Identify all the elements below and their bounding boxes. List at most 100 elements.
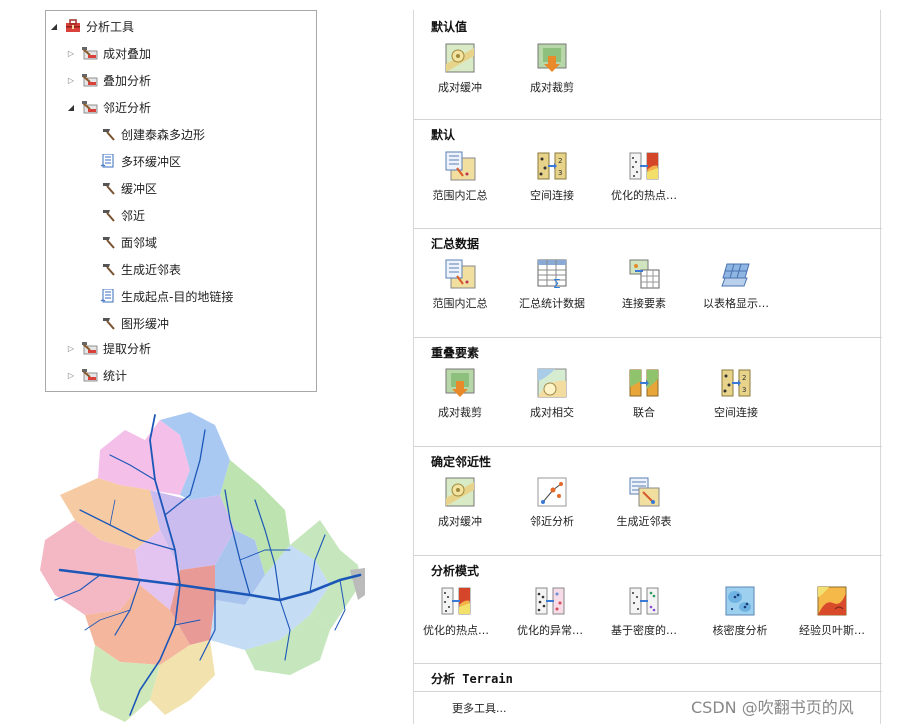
tool-summarize-within[interactable]: 范围内汇总	[414, 258, 506, 318]
tool-density-based-clustering[interactable]: 基于密度的…	[598, 585, 690, 645]
watershed-map	[40, 412, 365, 722]
tool-union[interactable]: 联合	[598, 367, 690, 427]
near-icon	[535, 476, 569, 508]
tool-summary-statistics[interactable]: Σ 汇总统计数据	[506, 258, 598, 318]
tool-pairwise-buffer[interactable]: 成对缓冲	[414, 476, 506, 536]
hammer-icon	[100, 316, 116, 330]
tool-pairwise-intersect[interactable]: 成对相交	[506, 367, 598, 427]
tool-optimized-hot-spot[interactable]: 优化的热点…	[598, 150, 690, 210]
tool-pairwise-clip[interactable]: 成对裁剪	[414, 367, 506, 427]
tree-tool-graphic-buffer[interactable]: 图形缓冲	[100, 313, 169, 333]
hot-spot-icon	[439, 585, 473, 617]
join-features-icon	[627, 258, 661, 290]
tool-spatial-join[interactable]: 23 空间连接	[506, 150, 598, 210]
section-divider	[414, 555, 882, 556]
collapsed-arrow-icon[interactable]: ▷	[66, 48, 76, 58]
tree-group-label: 统计	[103, 368, 128, 383]
hammer-icon	[100, 181, 116, 195]
tree-tool-label: 生成近邻表	[121, 262, 182, 277]
kernel-density-icon	[723, 585, 757, 617]
section-divider	[414, 446, 882, 447]
tree-group-label: 成对叠加	[103, 46, 152, 61]
section-divider	[414, 337, 882, 338]
analysis-gallery: 默认值 成对缓冲 成对裁剪 默认 范围内汇总 23 空间连接 优化的热点… 汇总…	[410, 10, 882, 724]
tool-label: 成对相交	[530, 406, 574, 419]
tool-label: 邻近分析	[530, 515, 574, 528]
tool-label: 空间连接	[714, 406, 758, 419]
tree-tool-polygon-neighbors[interactable]: 面邻域	[100, 232, 157, 252]
collapsed-arrow-icon[interactable]: ▷	[66, 370, 76, 380]
tool-label: 成对缓冲	[438, 81, 482, 94]
density-cluster-icon	[627, 585, 661, 617]
tool-near[interactable]: 邻近分析	[506, 476, 598, 536]
tool-empirical-bayesian-kriging[interactable]: 经验贝叶斯…	[786, 585, 878, 645]
near-table-icon	[627, 476, 661, 508]
section-divider	[414, 691, 882, 692]
toolset-icon	[82, 73, 98, 87]
tool-label: 成对裁剪	[530, 81, 574, 94]
tree-tool-label: 生成起点-目的地链接	[121, 289, 234, 304]
hammer-icon	[100, 208, 116, 222]
collapsed-arrow-icon[interactable]: ▷	[66, 343, 76, 353]
spatial-join-icon: 23	[719, 367, 753, 399]
intersect-icon	[535, 367, 569, 399]
tree-tool-generate-near-table[interactable]: 生成近邻表	[100, 259, 181, 279]
tree-tool-create-thiessen-polygons[interactable]: 创建泰森多边形	[100, 124, 205, 144]
spatial-join-icon: 23	[535, 150, 569, 182]
hammer-icon	[100, 262, 116, 276]
tree-tool-buffer[interactable]: 缓冲区	[100, 178, 157, 198]
tree-group-extract-analysis[interactable]: ▷ 提取分析	[66, 338, 151, 358]
tool-label: 连接要素	[622, 297, 666, 310]
tool-pairwise-buffer[interactable]: 成对缓冲	[414, 42, 506, 102]
tree-group-overlay-analysis[interactable]: ▷ 叠加分析	[66, 70, 151, 90]
tree-tool-near[interactable]: 邻近	[100, 205, 145, 225]
tree-tool-multiple-ring-buffer[interactable]: 多环缓冲区	[100, 151, 181, 171]
tool-kernel-density[interactable]: 核密度分析	[694, 585, 786, 645]
more-tools-link[interactable]: 更多工具...	[452, 700, 507, 716]
tool-spatial-join[interactable]: 23 空间连接	[690, 367, 782, 427]
section-title-defaults: 默认值	[431, 20, 468, 34]
tool-join-features[interactable]: 连接要素	[598, 258, 690, 318]
tree-root-analysis-tools[interactable]: ◢ 分析工具	[49, 16, 134, 36]
buffer-icon	[443, 476, 477, 508]
toolbox-tree: ◢ 分析工具 ▷ 成对叠加 ▷ 叠加分析 ◢ 邻近分析 创建泰森多边形 多环缓冲…	[45, 10, 317, 392]
section-divider	[414, 228, 882, 229]
tool-label: 基于密度的…	[611, 624, 677, 637]
section-divider	[414, 119, 882, 120]
tree-group-proximity-analysis[interactable]: ◢ 邻近分析	[66, 97, 151, 117]
tree-tool-label: 面邻域	[121, 235, 158, 250]
tool-label: 空间连接	[530, 189, 574, 202]
union-icon	[627, 367, 661, 399]
tree-tool-label: 创建泰森多边形	[121, 127, 206, 142]
tool-pairwise-clip[interactable]: 成对裁剪	[506, 42, 598, 102]
expand-arrow-icon[interactable]: ◢	[66, 102, 76, 112]
tree-group-pairwise-overlay[interactable]: ▷ 成对叠加	[66, 43, 151, 63]
tool-optimized-outlier[interactable]: 优化的异常…	[504, 585, 596, 645]
section-title-summarize-data: 汇总数据	[431, 237, 480, 251]
tool-summarize-within[interactable]: 范围内汇总	[414, 150, 506, 210]
tool-optimized-hot-spot[interactable]: 优化的热点…	[410, 585, 502, 645]
tree-group-statistics[interactable]: ▷ 统计	[66, 365, 127, 385]
svg-text:2: 2	[558, 157, 562, 165]
toolset-icon	[82, 46, 98, 60]
section-divider	[414, 663, 882, 664]
tabulate-icon	[719, 258, 753, 290]
tool-generate-near-table[interactable]: 生成近邻表	[598, 476, 690, 536]
tool-tabulate[interactable]: 以表格显示…	[690, 258, 782, 318]
tool-label: 核密度分析	[712, 624, 768, 637]
tool-label: 联合	[633, 406, 655, 419]
tool-label: 汇总统计数据	[519, 297, 585, 310]
tree-tool-label: 缓冲区	[121, 181, 158, 196]
tool-label: 生成近邻表	[616, 515, 672, 528]
outlier-icon	[533, 585, 567, 617]
collapsed-arrow-icon[interactable]: ▷	[66, 75, 76, 85]
expand-arrow-icon[interactable]: ◢	[49, 21, 59, 31]
tool-label: 范围内汇总	[432, 189, 488, 202]
tool-label: 成对缓冲	[438, 515, 482, 528]
tree-group-label: 叠加分析	[103, 73, 152, 88]
toolset-icon	[82, 341, 98, 355]
tool-label: 成对裁剪	[438, 406, 482, 419]
svg-text:Σ: Σ	[553, 277, 561, 290]
section-title-overlap-features: 重叠要素	[431, 346, 480, 360]
tree-tool-generate-origin-destination-links[interactable]: 生成起点-目的地链接	[100, 286, 233, 306]
